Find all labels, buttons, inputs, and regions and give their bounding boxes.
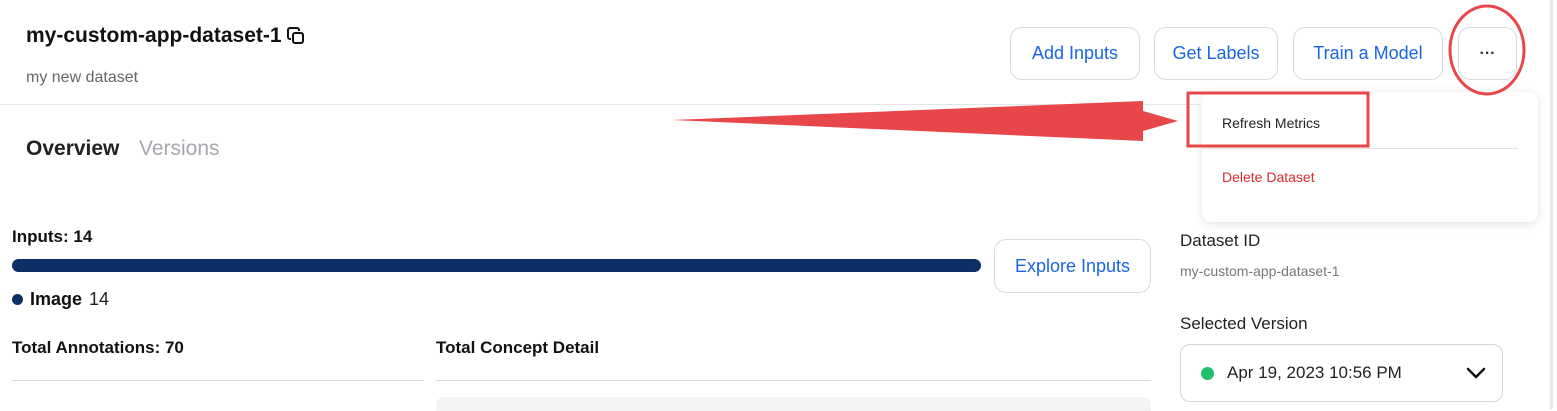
annotation-overlay [672,4,1526,148]
red-circle-annotation [1448,4,1526,96]
red-arrow-annotation [672,101,1178,141]
red-box-annotation [1186,91,1370,148]
